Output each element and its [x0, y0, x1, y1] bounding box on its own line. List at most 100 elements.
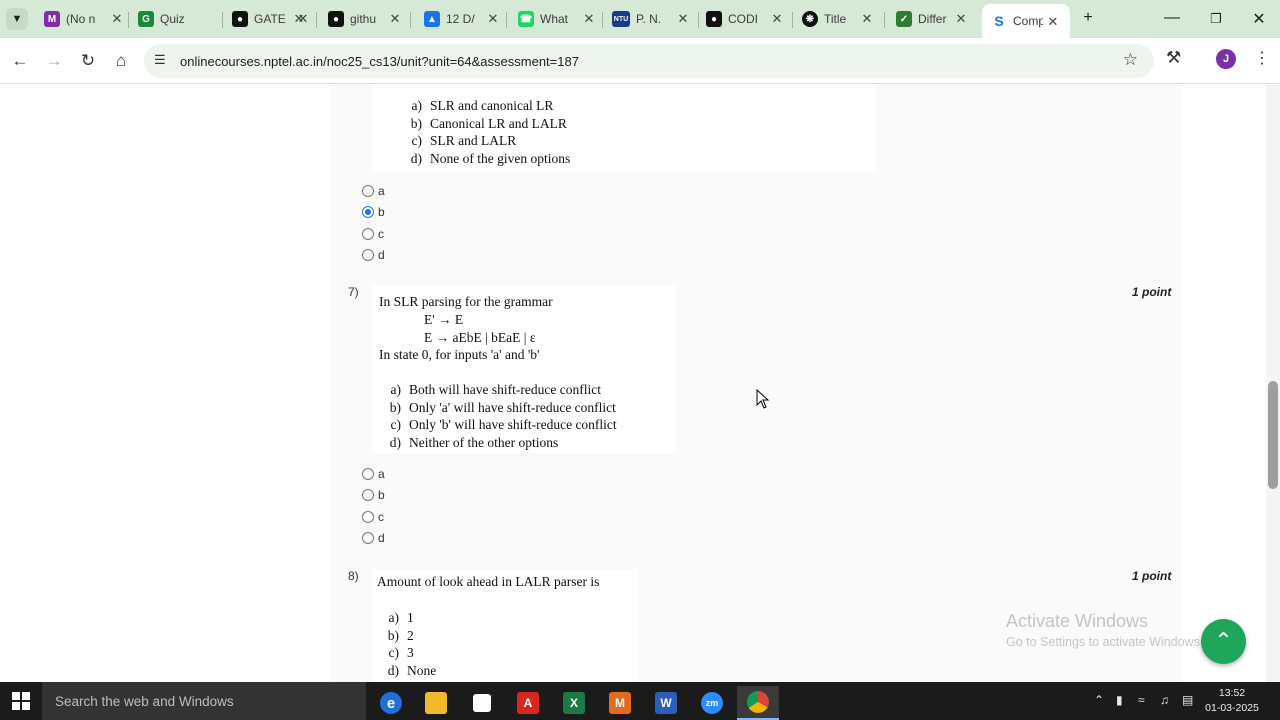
new-tab-button[interactable]: + [1078, 9, 1098, 27]
tab-comp-active[interactable]: S Comp ✕ [982, 4, 1070, 38]
acrobat-icon[interactable]: A [507, 686, 549, 720]
chrome-icon[interactable] [737, 686, 779, 720]
github-icon: ● [328, 11, 344, 27]
radio-button[interactable] [362, 249, 374, 261]
q6-radio-c[interactable]: c [362, 227, 384, 241]
tab-title: Title [824, 12, 847, 26]
q7-radio-a[interactable]: a [362, 467, 385, 481]
whatsapp-icon: ☎ [518, 11, 534, 27]
radio-button[interactable] [362, 532, 374, 544]
menu-icon[interactable]: ⋮ [1254, 48, 1270, 68]
radio-button[interactable] [362, 228, 374, 240]
question-number: 8) [348, 569, 359, 583]
option-row: a) Both will have shift-reduce conflict [390, 382, 601, 397]
file-explorer-icon[interactable] [415, 686, 457, 720]
reload-icon[interactable]: ↻ [76, 49, 100, 73]
edge-icon[interactable]: e [370, 686, 412, 720]
tab-title: Comp [1013, 14, 1043, 28]
tab-title: Differ [918, 12, 947, 26]
close-tab-icon[interactable]: ✕ [954, 11, 968, 27]
browser-toolbar: ← → ↻ ⌂ ☰ onlinecourses.nptel.ac.in/noc2… [0, 38, 1280, 84]
close-tab-icon[interactable]: ✕ [770, 11, 784, 27]
forward-icon[interactable]: → [42, 49, 66, 73]
close-tab-icon[interactable]: ✕ [860, 11, 874, 27]
matlab-icon[interactable]: M [599, 686, 641, 720]
scribd-icon: S [991, 13, 1007, 29]
q6-radio-a[interactable]: a [362, 184, 385, 198]
radio-button[interactable] [362, 185, 374, 197]
chatgpt-icon: ❋ [802, 11, 818, 27]
close-tab-icon[interactable]: ✕ [110, 11, 124, 27]
q6-radio-d[interactable]: d [362, 248, 385, 262]
scroll-to-top-button[interactable]: ⌃ [1201, 619, 1246, 664]
close-tab-icon[interactable]: ✕ [676, 11, 690, 27]
windows-taskbar: Search the web and Windows e A X M W zm … [0, 682, 1280, 720]
tab-title: 12 D/ [446, 12, 475, 26]
gmail-icon: M [44, 11, 60, 27]
tab-differ[interactable]: ✓ Differ ✕ [896, 6, 968, 32]
q6-radio-b[interactable]: b [362, 205, 385, 219]
bookmark-star-icon[interactable]: ☆ [1123, 50, 1138, 70]
volume-icon[interactable]: ♫ [1160, 693, 1169, 707]
battery-icon[interactable]: ▮ [1116, 693, 1123, 707]
q7-radio-c[interactable]: c [362, 510, 384, 524]
url-text[interactable]: onlinecourses.nptel.ac.in/noc25_cs13/uni… [180, 54, 579, 69]
close-tab-icon[interactable]: ✕ [388, 11, 402, 27]
zoom-icon[interactable]: zm [691, 686, 733, 720]
close-tab-icon[interactable]: ✕ [296, 11, 310, 27]
tab-drive[interactable]: ▲ 12 D/ ✕ [424, 6, 500, 32]
tab-codi[interactable]: ● CODI ✕ [706, 6, 784, 32]
tab-gate[interactable]: ● GATE ✕ [232, 6, 310, 32]
tab-search-button[interactable]: ▼ [6, 8, 28, 30]
excel-icon[interactable]: X [553, 686, 595, 720]
avatar[interactable]: J [1216, 49, 1236, 69]
option-row: d) None of the given options [410, 151, 571, 166]
question-stem: In SLR parsing for the grammar [379, 294, 553, 309]
spread-icon: ✓ [896, 11, 912, 27]
question-number: 7) [348, 285, 359, 299]
radio-button[interactable] [362, 489, 374, 501]
question-points: 1 point [1132, 569, 1172, 583]
tray-chevron-icon[interactable]: ⌃ [1094, 693, 1104, 707]
github-icon: ● [232, 11, 248, 27]
scrollbar-thumb[interactable] [1268, 381, 1278, 489]
tab-whatsapp[interactable]: ☎ What ✕ [518, 6, 596, 32]
close-tab-icon[interactable]: ✕ [582, 11, 596, 27]
question-stem: Amount of look ahead in LALR parser is [377, 574, 600, 589]
radio-button[interactable] [362, 511, 374, 523]
tab-title[interactable]: ❋ Title ✕ [802, 6, 874, 32]
word-icon[interactable]: W [645, 686, 687, 720]
taskbar-clock[interactable]: 13:52 01-03-2025 [1204, 686, 1260, 716]
taskbar-search[interactable]: Search the web and Windows [42, 682, 366, 720]
close-tab-icon[interactable]: ✕ [1046, 14, 1060, 30]
address-bar[interactable]: ☰ onlinecourses.nptel.ac.in/noc25_cs13/u… [144, 44, 1154, 78]
question-8-body: Amount of look ahead in LALR parser is a… [372, 569, 638, 682]
tab-ntu[interactable]: NTU P. N. ✕ [612, 6, 690, 32]
windows-start-icon[interactable] [12, 692, 30, 710]
ntu-icon: NTU [612, 11, 630, 27]
tab-gmail[interactable]: M (No n ✕ [44, 6, 124, 32]
tab-github[interactable]: ● githu ✕ [328, 6, 402, 32]
store-icon[interactable] [461, 686, 503, 720]
site-settings-icon[interactable]: ☰ [154, 52, 166, 68]
q7-radio-d[interactable]: d [362, 531, 385, 545]
option-row: a) 1 [388, 610, 414, 625]
q7-radio-b[interactable]: b [362, 488, 385, 502]
close-window-button[interactable]: ✕ [1249, 9, 1269, 29]
close-tab-icon[interactable]: ✕ [486, 11, 500, 27]
minimize-button[interactable]: — [1162, 9, 1182, 27]
tab-strip: ▼ M (No n ✕ G Quiz ✕ ● GATE ✕ ● githu ✕ … [0, 0, 1280, 38]
question-7-body: In SLR parsing for the grammar E' → E E … [372, 285, 676, 453]
option-row: b) Only 'a' will have shift-reduce confli… [389, 400, 616, 415]
option-row: d) None [387, 663, 437, 678]
radio-button-selected[interactable] [362, 206, 374, 218]
home-icon[interactable]: ⌂ [109, 49, 133, 73]
notification-icon[interactable]: ▤ [1182, 693, 1193, 707]
grammar-line: E' → E [424, 312, 464, 327]
wifi-icon[interactable]: ≈ [1138, 693, 1145, 707]
radio-button[interactable] [362, 468, 374, 480]
back-icon[interactable]: ← [8, 49, 32, 73]
option-row: a) SLR and canonical LR [411, 98, 554, 113]
restore-button[interactable]: ❐ [1206, 11, 1226, 27]
extensions-icon[interactable]: ⚒ [1166, 48, 1181, 68]
